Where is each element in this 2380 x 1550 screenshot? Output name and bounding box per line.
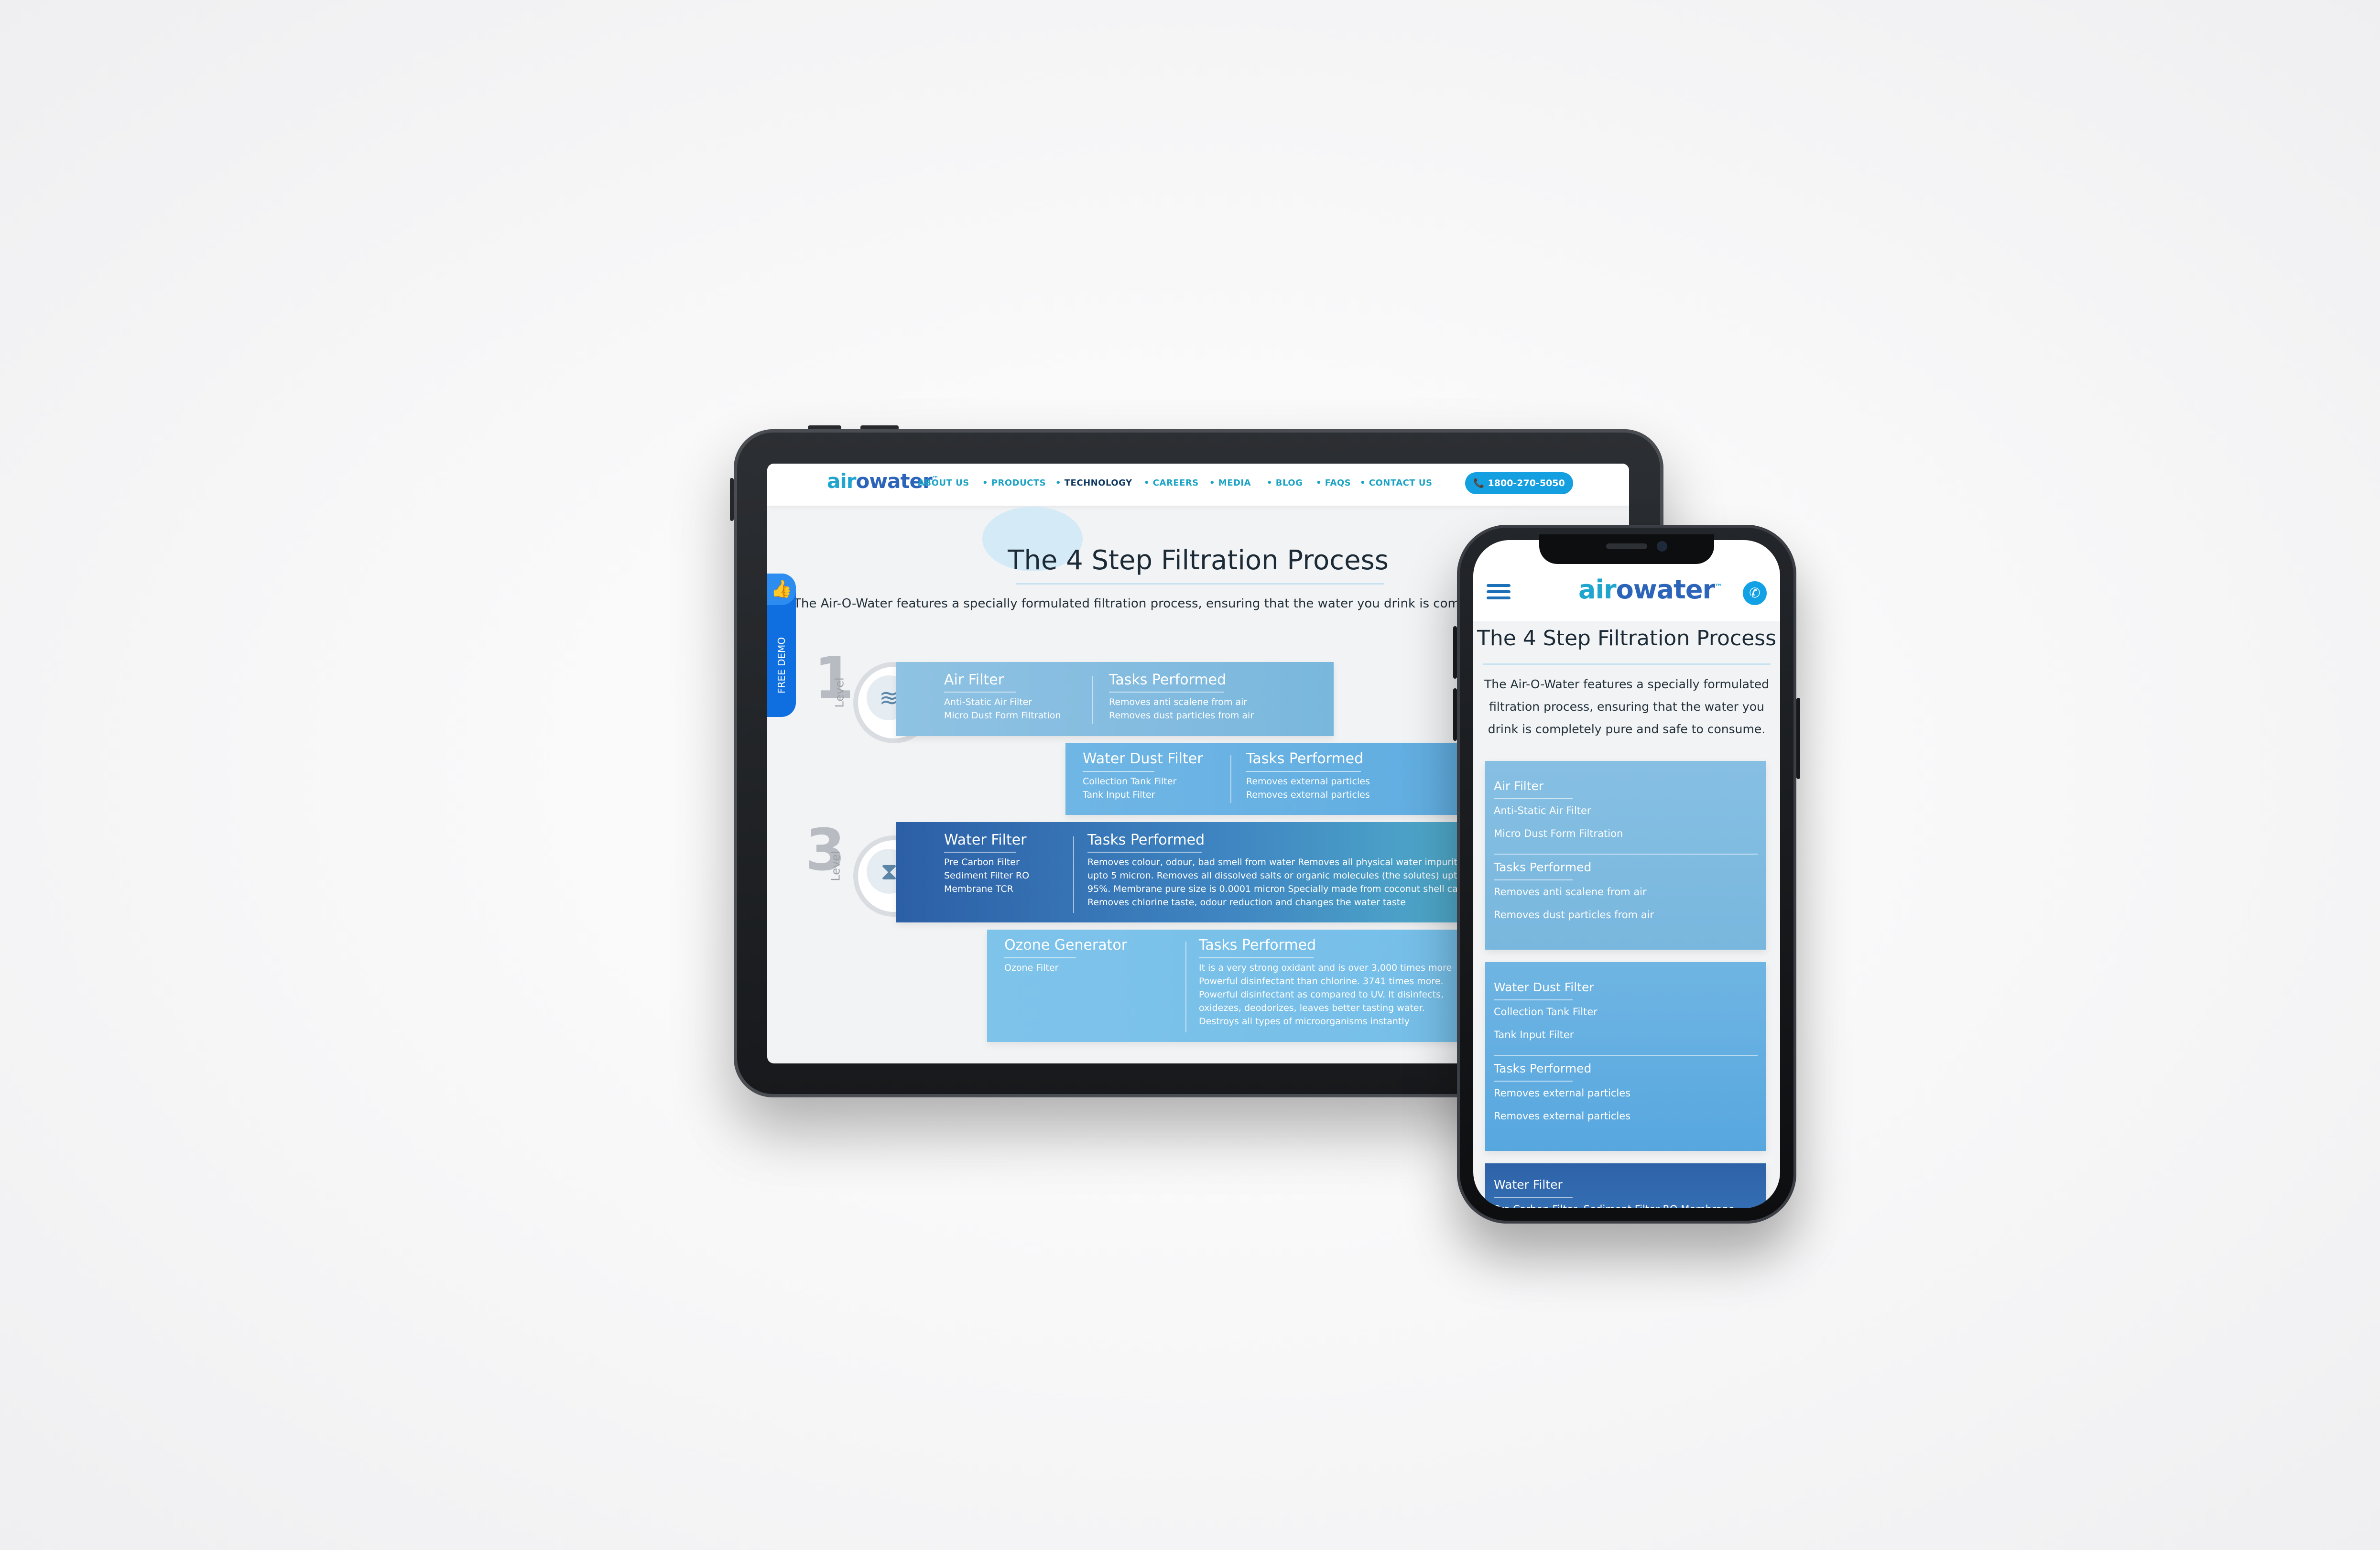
tasks-title: Tasks Performed xyxy=(1087,832,1205,848)
divider xyxy=(944,852,1016,853)
mobile-card-air-filter: Air Filter Anti-Static Air Filter Micro … xyxy=(1485,761,1766,950)
mobile-site-logo[interactable]: airowater™ xyxy=(1578,574,1722,605)
task-item: It is a very strong oxidant and is over … xyxy=(1199,963,1452,973)
task-item: Removes external particles xyxy=(1494,1087,1631,1099)
step-item: Collection Tank Filter xyxy=(1083,776,1177,787)
step-title: Water Dust Filter xyxy=(1083,750,1203,767)
nav-technology[interactable]: TECHNOLOGY xyxy=(1055,478,1132,488)
mobile-card-water-filter: Water Filter Pre Carbon Filter, Sediment… xyxy=(1485,1163,1766,1208)
task-item: Destroys all types of microorganisms ins… xyxy=(1199,1016,1410,1027)
step-item: Micro Dust Form Filtration xyxy=(1494,828,1623,839)
divider xyxy=(1199,957,1314,958)
divider xyxy=(1494,879,1573,880)
step-item: Membrane TCR xyxy=(944,884,1013,894)
divider xyxy=(1230,755,1231,803)
canvas: { "brand": {"logo_air": "air", "logo_o":… xyxy=(0,0,2380,1550)
step-card-air-filter: Air Filter Anti-Static Air Filter Micro … xyxy=(896,662,1334,736)
task-item: Removes dust particles from air xyxy=(1109,710,1254,721)
nav-faqs[interactable]: FAQS xyxy=(1316,478,1351,488)
step-item: Collection Tank Filter xyxy=(1494,1006,1598,1018)
task-item: Removes dust particles from air xyxy=(1494,909,1654,921)
divider xyxy=(1494,854,1758,855)
nav-products[interactable]: PRODUCTS xyxy=(982,478,1046,488)
phone-call-icon[interactable]: ✆ xyxy=(1743,581,1767,605)
nav-contact-us[interactable]: CONTACT US xyxy=(1360,478,1433,488)
step-item: Anti-Static Air Filter xyxy=(944,697,1032,707)
mobile-page-description: The Air-O-Water features a specially for… xyxy=(1484,677,1769,736)
divider xyxy=(1494,1055,1758,1056)
step-item: Ozone Filter xyxy=(1004,963,1059,973)
divider xyxy=(1004,957,1076,958)
title-underline xyxy=(1016,583,1384,585)
step-item: Pre Carbon Filter xyxy=(944,857,1020,867)
task-item: Removes colour, odour, bad smell from wa… xyxy=(1087,857,1460,867)
step-item: Anti-Static Air Filter xyxy=(1494,805,1591,816)
divider xyxy=(944,692,1016,693)
task-item: oxidezes, deodorizes, leaves better tast… xyxy=(1199,1003,1425,1013)
step-title: Water Filter xyxy=(1494,1178,1563,1192)
phone-screen: airowater™ ✆ The 4 Step Filtration Proce… xyxy=(1473,540,1780,1208)
divider xyxy=(1494,1081,1573,1082)
phone-button[interactable]: 📞 1800-270-5050 xyxy=(1465,472,1573,494)
tasks-title: Tasks Performed xyxy=(1199,937,1316,954)
divider xyxy=(1083,771,1154,772)
phone-volume-button xyxy=(1453,688,1457,741)
nav-media[interactable]: MEDIA xyxy=(1209,478,1251,488)
tasks-title: Tasks Performed xyxy=(1109,672,1227,688)
divider xyxy=(1073,836,1074,913)
task-item: Removes external particles xyxy=(1246,790,1370,800)
divider xyxy=(1246,771,1361,772)
free-demo-tab[interactable]: 👍 FREE DEMO xyxy=(767,574,796,717)
phone-power-button xyxy=(1796,698,1800,779)
step-title: Water Dust Filter xyxy=(1494,980,1594,994)
site-header: airowater™ ABOUT US PRODUCTS TECHNOLOGY … xyxy=(767,464,1629,506)
step-item: Tank Input Filter xyxy=(1083,790,1155,800)
task-item: Removes external particles xyxy=(1246,776,1370,787)
step-item: Tank Input Filter xyxy=(1494,1029,1574,1041)
thumbs-up-icon: 👍 xyxy=(767,574,796,605)
phone-camera xyxy=(1657,541,1667,552)
step-title: Air Filter xyxy=(1494,779,1544,793)
task-item: Powerful disinfectant as compared to UV.… xyxy=(1199,989,1444,1000)
nav-blog[interactable]: BLOG xyxy=(1267,478,1303,488)
task-item: 95%. Membrane pure size is 0.0001 micron… xyxy=(1087,884,1462,894)
step-title: Water Filter xyxy=(944,832,1027,848)
phone-volume-button xyxy=(1453,626,1457,679)
nav-careers[interactable]: CAREERS xyxy=(1144,478,1199,488)
tasks-title: Tasks Performed xyxy=(1494,860,1592,874)
step-title: Air Filter xyxy=(944,672,1004,688)
task-item: Removes chlorine taste, odour reduction … xyxy=(1087,897,1406,908)
nav-about-us[interactable]: ABOUT US xyxy=(918,478,969,488)
level-1-label: Level xyxy=(833,677,847,708)
free-demo-label: FREE DEMO xyxy=(776,637,787,694)
mobile-card-water-dust-filter: Water Dust Filter Collection Tank Filter… xyxy=(1485,962,1766,1151)
divider xyxy=(1109,692,1224,693)
divider xyxy=(1494,999,1573,1000)
divider xyxy=(1494,798,1573,799)
divider xyxy=(1185,942,1186,1032)
divider xyxy=(1092,676,1093,724)
task-item: Removes external particles xyxy=(1494,1110,1631,1122)
phone-notch xyxy=(1539,534,1714,564)
step-item: Pre Carbon Filter, Sediment Filter RO Me… xyxy=(1494,1203,1735,1208)
level-3-label: Level xyxy=(829,851,843,881)
divider xyxy=(1087,852,1202,853)
task-item: Powerful disinfectant than chlorine. 374… xyxy=(1199,976,1444,986)
step-title: Ozone Generator xyxy=(1004,937,1128,954)
tasks-title: Tasks Performed xyxy=(1246,750,1364,767)
step-item: Micro Dust Form Filtration xyxy=(944,710,1061,721)
task-item: Removes anti scalene from air xyxy=(1494,886,1647,898)
tasks-title: Tasks Performed xyxy=(1494,1062,1592,1075)
mobile-page-title: The 4 Step Filtration Process xyxy=(1477,626,1776,650)
hamburger-menu-icon[interactable] xyxy=(1487,584,1511,603)
tablet-side-button xyxy=(730,478,734,521)
divider xyxy=(1494,1197,1573,1198)
task-item: Removes anti scalene from air xyxy=(1109,697,1248,707)
title-underline xyxy=(1483,663,1771,665)
task-item: upto 5 micron. Removes all dissolved sal… xyxy=(1087,870,1463,881)
phone-speaker xyxy=(1606,543,1647,549)
step-item: Sediment Filter RO xyxy=(944,870,1030,881)
